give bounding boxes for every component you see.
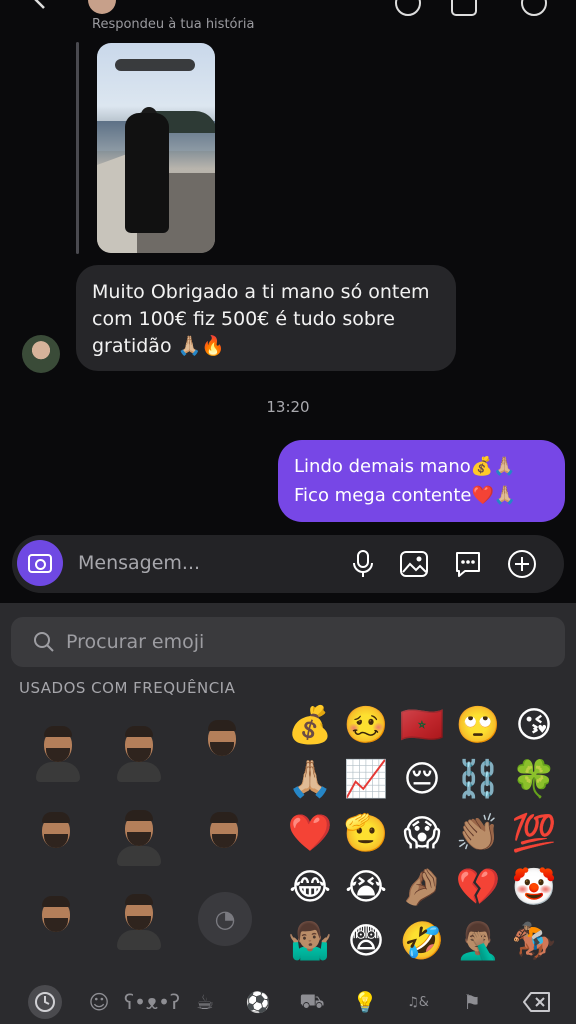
- emoji-broken-chain[interactable]: ⛓️: [452, 754, 504, 806]
- emoji-pinched-fingers[interactable]: 🤌🏽: [396, 862, 448, 914]
- outgoing-message-bubble[interactable]: Lindo demais mano💰🙏🏼 Fico mega contente❤…: [278, 440, 565, 522]
- gallery-icon[interactable]: [397, 547, 431, 581]
- memoji-sticker[interactable]: [198, 808, 250, 868]
- emoji-broken-heart[interactable]: 💔: [452, 862, 504, 914]
- outgoing-message-line1: Lindo demais mano💰🙏🏼: [294, 456, 516, 477]
- camera-icon: [28, 553, 52, 573]
- memoji-sticker[interactable]: [30, 808, 82, 868]
- category-travel-icon[interactable]: ⛟: [295, 985, 329, 1019]
- emoji-morocco-flag[interactable]: 🇲🇦: [396, 700, 448, 752]
- incoming-message-bubble[interactable]: Muito Obrigado a ti mano só ontem com 10…: [76, 265, 456, 371]
- emoji-eye-roll[interactable]: 🙄: [452, 700, 504, 752]
- chat-header: [0, 0, 576, 20]
- video-call-icon[interactable]: [451, 0, 477, 16]
- category-objects-icon[interactable]: 💡: [348, 985, 382, 1019]
- flag-icon[interactable]: [521, 0, 547, 16]
- memoji-sticker[interactable]: [30, 892, 82, 952]
- memoji-sticker[interactable]: [113, 806, 165, 866]
- camera-button[interactable]: [17, 540, 63, 586]
- category-activity-icon[interactable]: ⚽: [241, 985, 275, 1019]
- memoji-sticker[interactable]: [32, 722, 84, 782]
- emoji-horse-racing[interactable]: 🏇🏽: [508, 916, 560, 968]
- emoji-folded-hands[interactable]: 🙏🏼: [284, 754, 336, 806]
- message-input[interactable]: [76, 551, 330, 575]
- emoji-fearful[interactable]: 😨: [340, 916, 392, 968]
- memoji-sticker[interactable]: [113, 890, 165, 950]
- category-flags-icon[interactable]: ⚑: [455, 985, 489, 1019]
- microphone-icon[interactable]: [346, 547, 380, 581]
- emoji-shrug[interactable]: 🤷🏽‍♂️: [284, 916, 336, 968]
- sticker-more-button[interactable]: ◔: [198, 892, 252, 946]
- emoji-search-placeholder: Procurar emoji: [66, 631, 205, 653]
- category-food-icon[interactable]: ☕: [188, 985, 222, 1019]
- memoji-sticker[interactable]: [113, 722, 165, 782]
- emoji-scream[interactable]: 😱: [396, 808, 448, 860]
- emoji-kiss[interactable]: 😘: [508, 700, 560, 752]
- back-icon[interactable]: [30, 0, 52, 12]
- outgoing-message-line2: Fico mega contente❤️🙏🏼: [294, 485, 517, 506]
- add-icon[interactable]: [505, 547, 539, 581]
- story-reply-label: Respondeu à tua história: [92, 17, 255, 32]
- emoji-saluting[interactable]: 🫡: [340, 808, 392, 860]
- reply-indicator-bar: [76, 42, 79, 254]
- emoji-clown[interactable]: 🤡: [508, 862, 560, 914]
- emoji-rofl[interactable]: 🤣: [396, 916, 448, 968]
- message-timestamp: 13:20: [266, 398, 310, 416]
- category-smileys-icon[interactable]: ☺: [82, 985, 116, 1019]
- emoji-joy[interactable]: 😂: [284, 862, 336, 914]
- emoji-sob[interactable]: 😭: [340, 862, 392, 914]
- search-icon: [32, 630, 56, 658]
- emoji-clover[interactable]: 🍀: [508, 754, 560, 806]
- emoji-facepalm[interactable]: 🤦🏽‍♂️: [452, 916, 504, 968]
- emoji-red-heart[interactable]: ❤️: [284, 808, 336, 860]
- category-symbols-icon[interactable]: ♫&: [401, 985, 435, 1019]
- category-frequently-used-icon[interactable]: [28, 985, 62, 1019]
- incoming-message-text: Muito Obrigado a ti mano só ontem com 10…: [92, 281, 430, 357]
- category-animals-icon[interactable]: ʕ•ᴥ•ʔ: [124, 985, 180, 1019]
- delete-icon[interactable]: [520, 985, 554, 1019]
- emoji-chart-up[interactable]: 📈: [340, 754, 392, 806]
- sticker-icon[interactable]: [451, 547, 485, 581]
- story-thumbnail[interactable]: [97, 43, 215, 253]
- header-avatar[interactable]: [88, 0, 116, 14]
- memoji-sticker[interactable]: [196, 716, 248, 776]
- emoji-woozy-face[interactable]: 🥴: [340, 700, 392, 752]
- emoji-money-bag[interactable]: 💰: [284, 700, 336, 752]
- call-icon[interactable]: [395, 0, 421, 16]
- emoji-pensive[interactable]: 😔: [396, 754, 448, 806]
- frequently-used-title: USADOS COM FREQUÊNCIA: [19, 679, 236, 697]
- sender-avatar[interactable]: [22, 335, 60, 373]
- emoji-hundred[interactable]: 💯: [508, 808, 560, 860]
- emoji-clap[interactable]: 👏🏽: [452, 808, 504, 860]
